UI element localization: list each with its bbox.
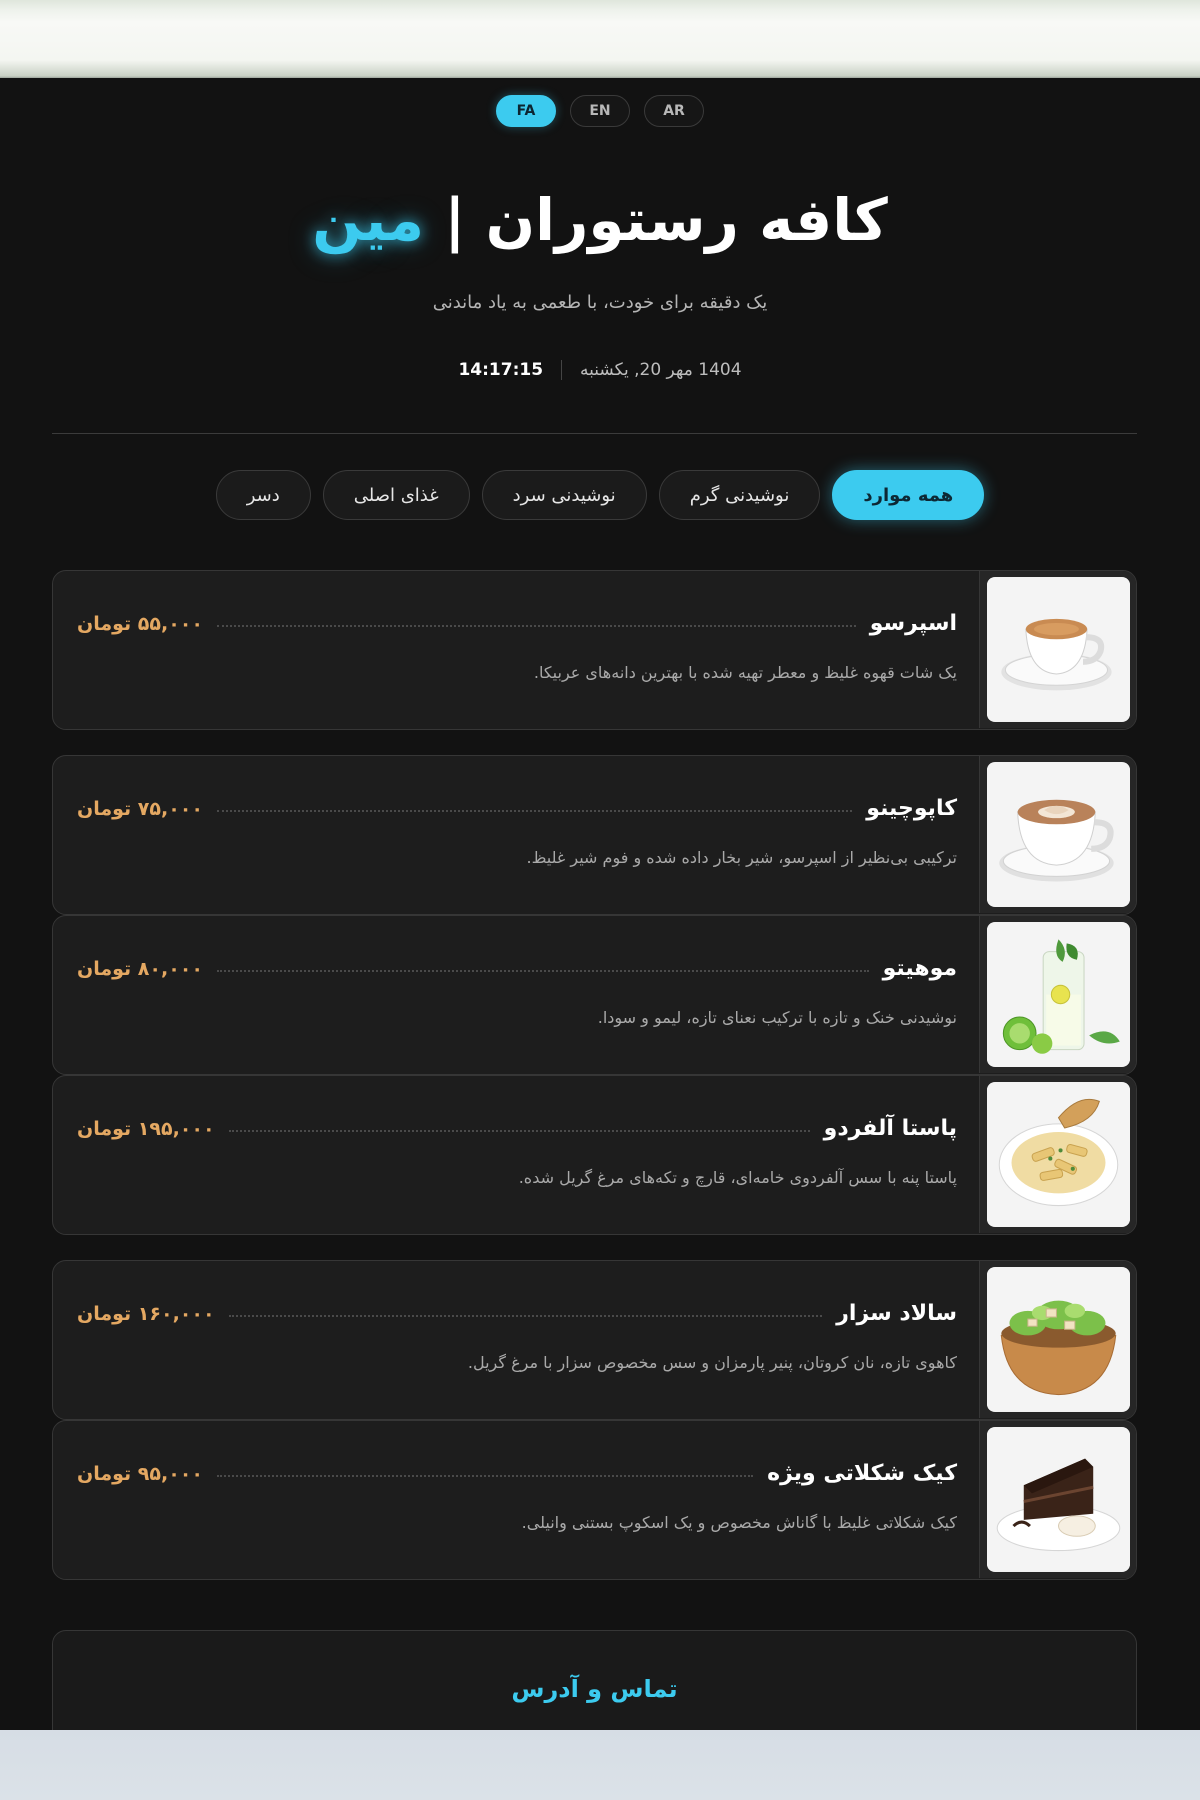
item-name: کیک شکلاتی ویژه <box>767 1461 957 1486</box>
dot-leader <box>216 809 853 812</box>
cappuccino-image <box>987 762 1130 907</box>
title-main: کافه رستوران <box>485 186 888 254</box>
item-price: ۹۵,۰۰۰ تومان <box>77 1462 203 1485</box>
item-header-row: کاپوچینو ۷۵,۰۰۰ تومان <box>77 796 957 821</box>
item-price: ۵۵,۰۰۰ تومان <box>77 612 203 635</box>
espresso-image <box>987 577 1130 722</box>
item-image-frame <box>979 1076 1136 1233</box>
menu-item-caesar-salad[interactable]: سالاد سزار ۱۶۰,۰۰۰ تومان کاهوی تازه، نان… <box>52 1260 1137 1420</box>
title-separator: | <box>444 186 466 254</box>
item-header-row: پاستا آلفردو ۱۹۵,۰۰۰ تومان <box>77 1116 957 1141</box>
dot-leader <box>216 1474 754 1477</box>
pasta-image <box>987 1082 1130 1227</box>
current-time: 14:17:15 <box>458 360 544 380</box>
item-name: پاستا آلفردو <box>823 1116 957 1141</box>
dot-leader <box>228 1314 823 1317</box>
item-description: ترکیبی بی‌نظیر از اسپرسو، شیر بخار داده … <box>526 848 957 867</box>
browser-top-backdrop <box>0 0 1200 78</box>
tab-dessert[interactable]: دسر <box>215 470 311 520</box>
menu-item-chocolate-cake[interactable]: کیک شکلاتی ویژه ۹۵,۰۰۰ تومان کیک شکلاتی … <box>52 1420 1137 1580</box>
item-image-frame <box>979 916 1136 1073</box>
item-header-row: کیک شکلاتی ویژه ۹۵,۰۰۰ تومان <box>77 1461 957 1486</box>
header-divider <box>52 433 1137 434</box>
item-image-frame <box>979 756 1136 913</box>
dot-leader <box>216 624 856 627</box>
page-subtitle: یک دقیقه برای خودت، با طعمی به یاد ماندن… <box>432 292 768 313</box>
menu-item-cappuccino[interactable]: کاپوچینو ۷۵,۰۰۰ تومان ترکیبی بی‌نظیر از … <box>52 755 1137 915</box>
menu-item-pasta-alfredo[interactable]: پاستا آلفردو ۱۹۵,۰۰۰ تومان پاستا پنه با … <box>52 1075 1137 1235</box>
page-title: کافه رستوران | مین <box>0 186 1200 256</box>
item-description: پاستا پنه با سس آلفردوی خامه‌ای، قارچ و … <box>518 1168 957 1187</box>
current-date: 1404 مهر 20, یکشنبه <box>580 360 742 380</box>
lang-button-fa[interactable]: FA <box>496 95 556 127</box>
salad-image <box>987 1267 1130 1412</box>
datetime-bar: 1404 مهر 20, یکشنبه 14:17:15 <box>0 360 1200 380</box>
item-price: ۷۵,۰۰۰ تومان <box>77 797 203 820</box>
item-image-frame <box>979 1261 1136 1418</box>
lang-button-en[interactable]: EN <box>570 95 630 127</box>
lang-button-ar[interactable]: AR <box>644 95 704 127</box>
mojito-image <box>987 922 1130 1067</box>
dot-leader <box>228 1129 810 1132</box>
menu-item-mojito[interactable]: موهیتو ۸۰,۰۰۰ تومان نوشیدنی خنک و تازه ب… <box>52 915 1137 1075</box>
item-name: اسپرسو <box>869 611 957 636</box>
item-name: سالاد سزار <box>836 1301 957 1326</box>
dot-leader <box>216 969 869 972</box>
item-price: ۱۹۵,۰۰۰ تومان <box>77 1117 215 1140</box>
tab-main-course[interactable]: غذای اصلی <box>322 470 470 520</box>
item-name: موهیتو <box>882 956 957 981</box>
tab-all[interactable]: همه موارد <box>832 470 985 520</box>
title-accent: مین <box>312 186 425 254</box>
contact-title: تماس و آدرس <box>511 1675 678 1703</box>
category-tabs: همه موارد نوشیدنی گرم نوشیدنی سرد غذای ا… <box>0 470 1200 520</box>
item-price: ۸۰,۰۰۰ تومان <box>77 957 203 980</box>
item-header-row: موهیتو ۸۰,۰۰۰ تومان <box>77 956 957 981</box>
menu-page: FA EN AR کافه رستوران | مین یک دقیقه برا… <box>0 78 1200 1730</box>
menu-item-espresso[interactable]: اسپرسو ۵۵,۰۰۰ تومان یک شات قهوه غلیظ و م… <box>52 570 1137 730</box>
page-bottom-backdrop <box>0 1730 1200 1800</box>
tab-cold-drinks[interactable]: نوشیدنی سرد <box>481 470 647 520</box>
contact-card: تماس و آدرس <box>52 1630 1137 1730</box>
language-switcher: FA EN AR <box>0 95 1200 127</box>
item-description: یک شات قهوه غلیظ و معطر تهیه شده با بهتر… <box>533 663 957 682</box>
item-description: کاهوی تازه، نان کروتان، پنیر پارمزان و س… <box>467 1353 957 1372</box>
tab-hot-drinks[interactable]: نوشیدنی گرم <box>658 470 821 520</box>
item-price: ۱۶۰,۰۰۰ تومان <box>77 1302 215 1325</box>
item-description: کیک شکلاتی غلیظ با گاناش مخصوص و یک اسکو… <box>521 1513 957 1532</box>
item-header-row: سالاد سزار ۱۶۰,۰۰۰ تومان <box>77 1301 957 1326</box>
cake-image <box>987 1427 1130 1572</box>
item-header-row: اسپرسو ۵۵,۰۰۰ تومان <box>77 611 957 636</box>
item-description: نوشیدنی خنک و تازه با ترکیب نعنای تازه، … <box>597 1008 957 1027</box>
datetime-divider <box>561 360 563 380</box>
item-image-frame <box>979 1421 1136 1578</box>
item-name: کاپوچینو <box>866 796 957 821</box>
item-image-frame <box>979 571 1136 728</box>
